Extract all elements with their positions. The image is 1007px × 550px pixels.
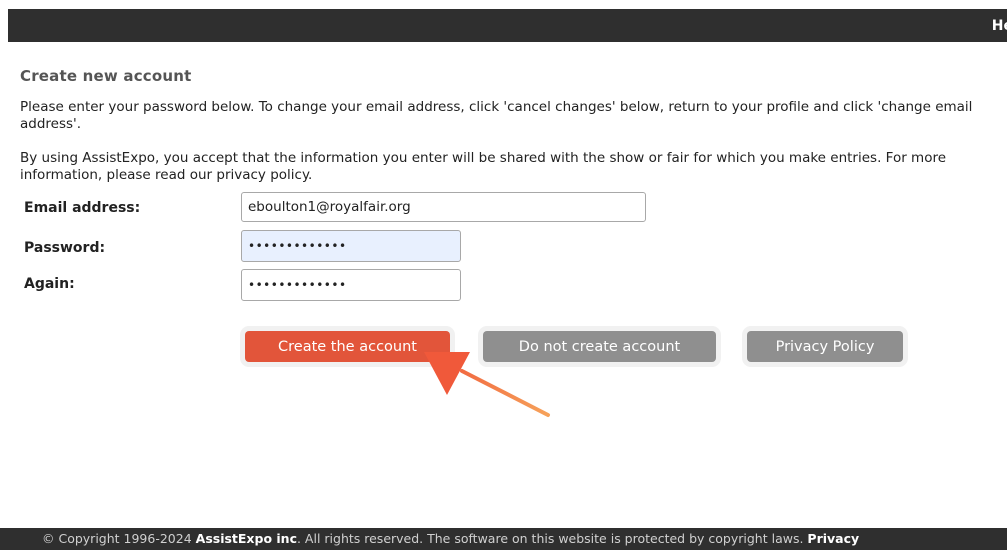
- footer-privacy-link[interactable]: Privacy: [807, 531, 859, 546]
- footer-bar: © Copyright 1996-2024 AssistExpo inc. Al…: [0, 528, 1007, 550]
- annotation-arrow-icon: [424, 352, 550, 417]
- page: He Create new account Please enter your …: [0, 0, 1007, 550]
- copyright-text: © Copyright 1996-2024 AssistExpo inc. Al…: [42, 531, 860, 546]
- company-name: AssistExpo inc: [195, 531, 297, 546]
